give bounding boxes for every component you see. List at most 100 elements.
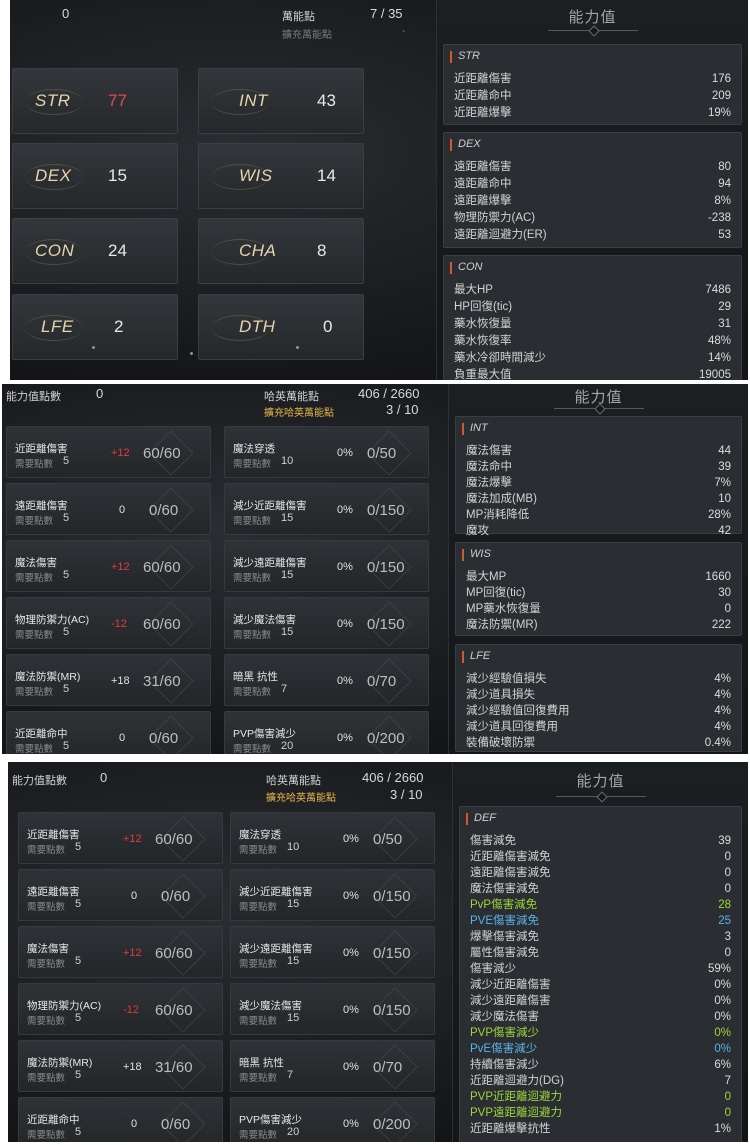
- stat-card-str[interactable]: STR 77: [12, 68, 178, 134]
- progress-value: 0/200: [373, 1116, 411, 1133]
- upgrade-card-mr[interactable]: 魔法防禦(MR) 需要點數 5 +18 31/60: [6, 654, 211, 706]
- req-value: 15: [287, 955, 300, 967]
- sparkle-particle: [190, 352, 193, 355]
- attribute-details-panel: 能力值 DEF 傷害減免 39 近距離傷害減免 0 遠距離傷害減免 0 魔法傷害減免 0 PvP…: [452, 762, 748, 1142]
- bonus-value: 0%: [337, 675, 353, 687]
- stat-row: PVP近距離迴避力 0: [470, 1091, 731, 1103]
- stat-row: 魔法傷害減免 0: [470, 883, 731, 895]
- stat-card-int[interactable]: INT 43: [198, 68, 364, 134]
- card-label: 魔法穿透: [233, 443, 275, 455]
- upgrade-card-pvp-reduction[interactable]: PVP傷害減少 需要點數 20 0% 0/200: [230, 1097, 435, 1142]
- req-label: 需要點數: [233, 744, 272, 754]
- section-accent-bar: [450, 51, 452, 63]
- req-value: 15: [287, 898, 300, 910]
- ext-hayan-label: 擴充哈英萬能點: [264, 408, 334, 419]
- upgrade-card-magic-reduction[interactable]: 減少魔法傷害 需要點數 15 0% 0/150: [230, 983, 435, 1035]
- upgrade-card-dark-resist[interactable]: 暗黑 抗性 需要點數 7 0% 0/70: [230, 1040, 435, 1092]
- progress-value: 0/150: [367, 616, 405, 633]
- upgrade-card-ac[interactable]: 物理防禦力(AC) 需要點數 5 -12 60/60: [18, 983, 223, 1035]
- upgrade-card-dark-resist[interactable]: 暗黑 抗性 需要點數 7 0% 0/70: [224, 654, 429, 706]
- upgrade-card-magic-reduction[interactable]: 減少魔法傷害 需要點數 15 0% 0/150: [224, 597, 429, 649]
- stat-row: PvE傷害減少 0%: [470, 1043, 731, 1055]
- stat-row: 爆擊傷害減免 3: [470, 931, 731, 943]
- section-accent-bar: [462, 549, 464, 561]
- req-label: 需要點數: [239, 1130, 278, 1141]
- stat-name: CHA: [239, 241, 277, 260]
- card-label: 減少遠距離傷害: [239, 943, 313, 955]
- bonus-value: 0%: [343, 833, 359, 845]
- card-label: 遠距離傷害: [15, 500, 68, 512]
- stat-row: PvP傷害減免 28: [470, 899, 731, 911]
- upgrade-card-ac[interactable]: 物理防禦力(AC) 需要點數 5 -12 60/60: [6, 597, 211, 649]
- stat-row: 物理防禦力(AC) -238: [454, 212, 731, 224]
- section-def: DEF 傷害減免 39 近距離傷害減免 0 遠距離傷害減免 0 魔法傷害減免 0 PvP傷害減免…: [459, 806, 742, 1142]
- stat-points-label: 能力值點數: [6, 391, 61, 403]
- upgrade-card-magic-penetration[interactable]: 魔法穿透 需要點數 10 0% 0/50: [230, 812, 435, 864]
- hayan-points-area: 能力值點數 0 哈英萬能點 406 / 2660 擴充哈英萬能點 3 / 10 …: [2, 384, 442, 754]
- section-title: WIS: [470, 548, 491, 560]
- stat-card-con[interactable]: CON 24: [12, 218, 178, 284]
- req-value: 5: [63, 740, 70, 752]
- stat-points-label: 能力值點數: [12, 775, 67, 787]
- bonus-value: 0%: [337, 732, 353, 744]
- stat-row: 遠距離爆擊 8%: [454, 195, 731, 207]
- upgrade-card-melee-hit[interactable]: 近距離命中 需要點數 5 0 0/60: [6, 711, 211, 754]
- upgrade-card-pvp-reduction[interactable]: PVP傷害減少 需要點數 20 0% 0/200: [224, 711, 429, 754]
- hayan-points-label: 哈英萬能點: [264, 391, 319, 403]
- progress-value: 0/150: [373, 1002, 411, 1019]
- upgrade-card-ranged-damage[interactable]: 遠距離傷害 需要點數 5 0 0/60: [6, 483, 211, 535]
- stat-row: 減少魔法傷害 0%: [470, 1011, 731, 1023]
- req-value: 20: [287, 1126, 300, 1138]
- bonus-value: 0%: [337, 447, 353, 459]
- attribute-details-panel: 能力值 STR 近距離傷害 176 近距離命中 209 近距離爆擊 19% DEX 遠…: [436, 0, 748, 380]
- req-value: 10: [281, 455, 294, 467]
- card-label: 物理防禦力(AC): [27, 1000, 102, 1012]
- stat-card-cha[interactable]: CHA 8: [198, 218, 364, 284]
- stat-row: PVP遠距離迴避力 0: [470, 1107, 731, 1119]
- req-label: 需要點數: [233, 516, 272, 527]
- req-value: 5: [63, 683, 70, 695]
- stat-card-wis[interactable]: WIS 14: [198, 143, 364, 209]
- progress-value: 60/60: [143, 445, 181, 462]
- stat-row: 藥水恢復量 31: [454, 318, 731, 330]
- section-accent-bar: [466, 813, 468, 825]
- stats-panel-hayan: 能力值點數 0 哈英萬能點 406 / 2660 擴充哈英萬能點 3 / 10 …: [2, 384, 748, 754]
- progress-value: 0/50: [373, 831, 403, 848]
- upgrade-card-magic-damage[interactable]: 魔法傷害 需要點數 5 +12 60/60: [18, 926, 223, 978]
- bonus-value: 0%: [337, 561, 353, 573]
- upgrade-card-melee-reduction[interactable]: 減少近距離傷害 需要點數 15 0% 0/150: [230, 869, 435, 921]
- stat-row: PVP傷害減少 0%: [470, 1027, 731, 1039]
- card-label: 近距離命中: [15, 728, 68, 740]
- upgrade-card-melee-damage[interactable]: 近距離傷害 需要點數 5 +12 60/60: [18, 812, 223, 864]
- refill-value: -: [402, 26, 406, 37]
- section-lfe: LFE 減少經驗值損失 4% 減少道具損失 4% 減少經驗值回復費用 4% 減少道具回…: [455, 644, 742, 752]
- upgrade-card-ranged-reduction[interactable]: 減少遠距離傷害 需要點數 15 0% 0/150: [230, 926, 435, 978]
- hayan-points-area: 能力值點數 0 哈英萬能點 406 / 2660 擴充哈英萬能點 3 / 10 …: [8, 762, 448, 1142]
- stat-card-dth[interactable]: DTH 0: [198, 294, 364, 360]
- stat-value: 15: [108, 166, 127, 185]
- card-label: 近距離傷害: [27, 829, 80, 841]
- upgrade-card-ranged-damage[interactable]: 遠距離傷害 需要點數 5 0 0/60: [18, 869, 223, 921]
- stat-card-dex[interactable]: DEX 15: [12, 143, 178, 209]
- upgrade-card-melee-damage[interactable]: 近距離傷害 需要點數 5 +12 60/60: [6, 426, 211, 478]
- req-label: 需要點數: [15, 630, 54, 641]
- progress-value: 60/60: [143, 559, 181, 576]
- stat-row: HP回復(tic) 29: [454, 301, 731, 313]
- bonus-value: 0%: [343, 947, 359, 959]
- card-label: 減少近距離傷害: [239, 886, 313, 898]
- upgrade-card-magic-penetration[interactable]: 魔法穿透 需要點數 10 0% 0/50: [224, 426, 429, 478]
- upgrade-card-ranged-reduction[interactable]: 減少遠距離傷害 需要點數 15 0% 0/150: [224, 540, 429, 592]
- req-value: 5: [63, 569, 70, 581]
- upgrade-card-melee-reduction[interactable]: 減少近距離傷害 需要點數 15 0% 0/150: [224, 483, 429, 535]
- progress-value: 0/60: [149, 502, 179, 519]
- progress-value: 0/200: [367, 730, 405, 747]
- req-value: 5: [75, 1126, 82, 1138]
- stat-card-lfe[interactable]: LFE 2: [12, 294, 178, 360]
- upgrade-card-magic-damage[interactable]: 魔法傷害 需要點數 5 +12 60/60: [6, 540, 211, 592]
- upgrade-card-mr[interactable]: 魔法防禦(MR) 需要點數 5 +18 31/60: [18, 1040, 223, 1092]
- section-title: STR: [458, 50, 480, 62]
- bonus-value: 0: [119, 732, 126, 744]
- section-title: CON: [458, 261, 483, 273]
- req-value: 7: [281, 683, 288, 695]
- upgrade-card-melee-hit[interactable]: 近距離命中 需要點數 5 0 0/60: [18, 1097, 223, 1142]
